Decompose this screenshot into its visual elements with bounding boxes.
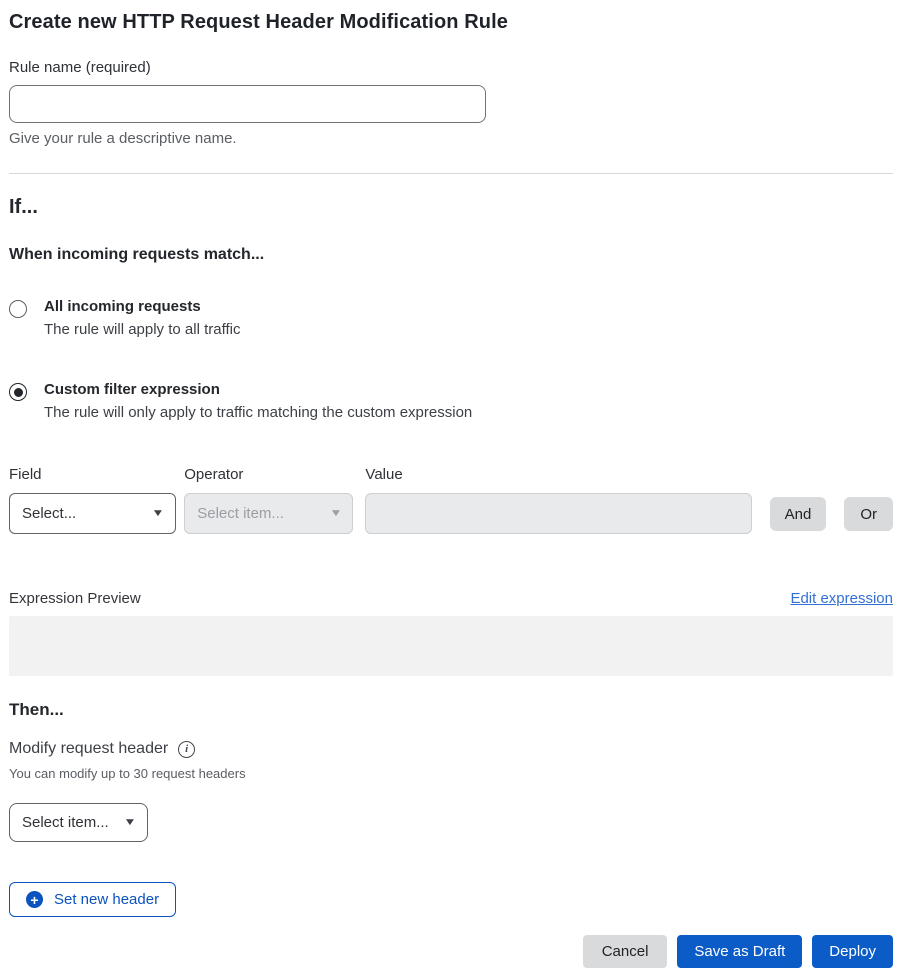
field-label: Field xyxy=(9,466,176,483)
cancel-button[interactable]: Cancel xyxy=(583,935,668,968)
value-label: Value xyxy=(365,466,751,483)
rule-name-label: Rule name (required) xyxy=(9,59,893,76)
operator-column: Operator Select item... ▼ xyxy=(184,466,353,534)
edit-expression-link[interactable]: Edit expression xyxy=(790,590,893,607)
operator-select[interactable]: Select item... ▼ xyxy=(184,493,353,534)
chevron-down-icon: ▼ xyxy=(152,509,165,519)
radio-option-all-incoming: All incoming requests The rule will appl… xyxy=(9,298,893,338)
footer-actions: Cancel Save as Draft Deploy xyxy=(9,935,893,968)
rule-name-input[interactable] xyxy=(9,85,486,123)
then-heading: Then... xyxy=(9,700,893,720)
when-subheading: When incoming requests match... xyxy=(9,246,893,264)
radio-option-custom-filter: Custom filter expression The rule will o… xyxy=(9,381,893,421)
radio-custom-filter-description: The rule will only apply to traffic matc… xyxy=(44,404,472,421)
or-button[interactable]: Or xyxy=(844,497,893,531)
plus-icon: + xyxy=(26,891,43,908)
chevron-down-icon: ▼ xyxy=(123,818,136,828)
header-action-select-value: Select item... xyxy=(22,814,109,831)
modify-header-row: Modify request header i xyxy=(9,740,893,758)
modify-header-help: You can modify up to 30 request headers xyxy=(9,766,893,781)
expression-preview-box xyxy=(9,616,893,676)
radio-custom-filter[interactable] xyxy=(9,383,27,401)
page-title: Create new HTTP Request Header Modificat… xyxy=(9,10,893,34)
save-as-draft-button[interactable]: Save as Draft xyxy=(677,935,802,968)
radio-custom-filter-texts: Custom filter expression The rule will o… xyxy=(44,381,472,421)
set-new-header-button[interactable]: + Set new header xyxy=(9,882,176,917)
field-select[interactable]: Select... ▼ xyxy=(9,493,176,534)
radio-all-incoming[interactable] xyxy=(9,300,27,318)
header-action-select[interactable]: Select item... ▼ xyxy=(9,803,148,842)
deploy-button[interactable]: Deploy xyxy=(812,935,893,968)
chevron-down-icon: ▼ xyxy=(329,509,342,519)
and-button[interactable]: And xyxy=(770,497,827,531)
radio-all-incoming-description: The rule will apply to all traffic xyxy=(44,321,240,338)
radio-all-incoming-texts: All incoming requests The rule will appl… xyxy=(44,298,240,338)
if-heading: If... xyxy=(9,196,893,219)
radio-all-incoming-label[interactable]: All incoming requests xyxy=(44,298,240,315)
expression-builder-row: Field Select... ▼ Operator Select item..… xyxy=(9,466,893,534)
rule-name-help: Give your rule a descriptive name. xyxy=(9,130,893,147)
field-column: Field Select... ▼ xyxy=(9,466,176,534)
radio-custom-filter-label[interactable]: Custom filter expression xyxy=(44,381,472,398)
modify-header-label: Modify request header xyxy=(9,740,168,758)
value-input[interactable] xyxy=(365,493,751,534)
section-divider xyxy=(9,173,893,174)
value-column: Value xyxy=(365,466,751,534)
set-new-header-label: Set new header xyxy=(54,891,159,908)
expression-preview-label: Expression Preview xyxy=(9,590,141,607)
info-icon[interactable]: i xyxy=(178,741,195,758)
create-rule-page: Create new HTTP Request Header Modificat… xyxy=(0,0,899,968)
field-select-value: Select... xyxy=(22,505,76,522)
operator-label: Operator xyxy=(184,466,353,483)
operator-select-value: Select item... xyxy=(197,505,284,522)
expression-preview-row: Expression Preview Edit expression xyxy=(9,590,893,607)
